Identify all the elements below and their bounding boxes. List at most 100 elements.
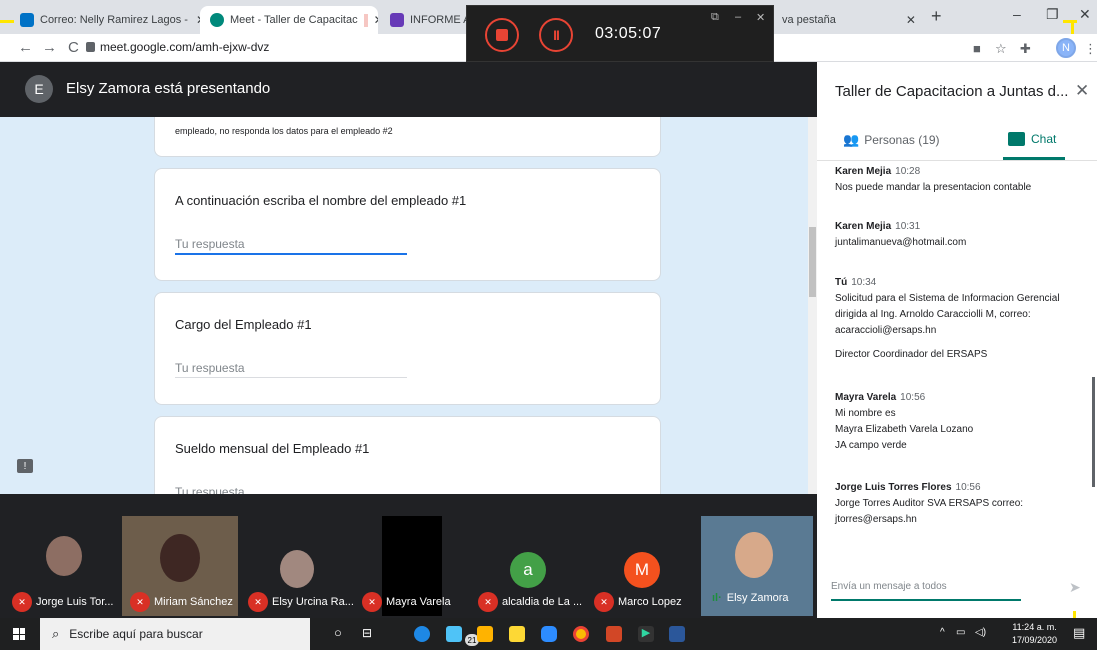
tab-chat[interactable]: Chat [1008, 132, 1056, 146]
media-icon[interactable]: ▶ [638, 626, 654, 642]
extensions-icon[interactable]: ✚ [1020, 41, 1031, 57]
participant-name: Jorge Luis Tor... [36, 596, 114, 608]
chat-input[interactable]: Envía un mensaje a todos [831, 581, 1021, 601]
close-window-button[interactable]: ✕ [1079, 6, 1091, 23]
message-text: dirigida al Ing. Arnoldo Caracciolli M, … [835, 309, 1031, 320]
tab-informe[interactable]: INFORME AN [380, 6, 470, 34]
presenter-bar: E Elsy Zamora está presentando [0, 62, 817, 117]
participant-name: Elsy Urcina Ra... [272, 596, 354, 608]
participant-photo [735, 532, 773, 578]
task-view-icon[interactable]: ⊟ [362, 626, 372, 640]
volume-icon[interactable]: ◁) [975, 627, 986, 638]
tab-new[interactable]: va pestaña ✕ [772, 6, 922, 34]
close-panel-button[interactable]: ✕ [1075, 81, 1089, 101]
people-tab-label: Personas (19) [864, 133, 940, 147]
action-center-icon[interactable]: ▤ [1073, 625, 1085, 641]
close-icon[interactable]: ✕ [756, 11, 765, 24]
stage-scrollbar[interactable] [808, 117, 817, 494]
message-time: 10:28 [895, 166, 921, 177]
message-text: Jorge Torres Auditor SVA ERSAPS correo: [835, 498, 1024, 509]
chat-message: Tú 10:34 Solicitud para el Sistema de Inf… [835, 275, 1085, 363]
store-icon[interactable] [477, 626, 493, 642]
forward-icon[interactable]: → [42, 39, 57, 56]
participant-photo [280, 550, 314, 588]
message-time: 10:56 [955, 482, 981, 493]
profile-avatar[interactable]: N [1056, 38, 1076, 58]
cortana-icon[interactable]: ○ [334, 625, 342, 640]
answer-input[interactable]: Tu respuesta [175, 361, 245, 375]
address-bar[interactable]: meet.google.com/amh-ejxw-dvz [100, 40, 269, 54]
feedback-icon[interactable]: ! [17, 459, 33, 473]
tab-people[interactable]: 👥 Personas (19) [843, 132, 940, 148]
taskbar-search[interactable]: ⌕ Escribe aquí para buscar [40, 618, 310, 650]
file-explorer-icon[interactable] [509, 626, 525, 642]
answer-underline [175, 253, 407, 255]
minimize-icon[interactable]: – [735, 11, 741, 23]
participant-label: ıl· Elsy Zamora [712, 592, 789, 604]
close-icon[interactable]: ✕ [906, 13, 916, 27]
tab-meet[interactable]: Meet - Taller de Capacitac ✕ [200, 6, 378, 34]
scrollbar-thumb[interactable] [809, 227, 816, 297]
taskbar-clock[interactable]: 11:24 a. m. 17/09/2020 [1012, 621, 1057, 647]
tab-title: va pestaña [782, 14, 836, 26]
back-icon[interactable]: ← [18, 39, 33, 56]
question-label: Sueldo mensual del Empleado #1 [175, 441, 370, 456]
outlook-icon [20, 13, 34, 27]
presenter-avatar: E [25, 75, 53, 103]
tab-title: Meet - Taller de Capacitac [230, 14, 358, 26]
chat-message: Karen Mejia 10:28 Nos puede mandar la pre… [835, 164, 1085, 196]
minimize-button[interactable]: – [1013, 6, 1021, 22]
form-question-card: Sueldo mensual del Empleado #1 Tu respue… [154, 416, 661, 494]
highlight-marker [1071, 22, 1074, 34]
tray-chevron-icon[interactable]: ^ [940, 627, 945, 638]
mic-off-icon: ✕ [594, 592, 614, 612]
people-icon: 👥 [843, 132, 860, 147]
message-author: Tú [835, 277, 848, 288]
recording-timer: 03:05:07 [595, 25, 662, 42]
edge-icon[interactable] [414, 626, 430, 642]
message-author: Jorge Luis Torres Flores [835, 482, 952, 493]
close-icon[interactable]: ✕ [374, 13, 378, 27]
powerpoint-icon[interactable] [606, 626, 622, 642]
zoom-icon[interactable] [541, 626, 557, 642]
participants-strip: a M ✕ Jorge Luis Tor... ✕ Miriam Sánchez ✕… [0, 494, 817, 618]
windows-start-icon[interactable] [13, 628, 25, 640]
form-card: empleado, no responda los datos para el … [154, 117, 661, 157]
send-icon[interactable]: ➤ [1069, 579, 1081, 596]
reload-icon[interactable]: C [68, 39, 79, 56]
popout-icon[interactable]: ⧉ [711, 11, 719, 24]
chat-scrollbar[interactable] [1092, 377, 1095, 487]
question-label: A continuación escriba el nombre del emp… [175, 193, 467, 208]
clock-date: 17/09/2020 [1012, 635, 1058, 645]
highlight-marker [1063, 20, 1077, 23]
message-author: Karen Mejia [835, 221, 892, 232]
chrome-icon[interactable] [573, 626, 589, 642]
screen-recorder: II 03:05:07 ⧉ – ✕ [466, 5, 774, 62]
participant-name: alcaldia de La ... [502, 596, 583, 608]
new-tab-button[interactable]: + [931, 6, 942, 27]
message-text: Mayra Elizabeth Varela Lozano [835, 424, 974, 435]
mic-off-icon: ✕ [12, 592, 32, 612]
tab-correo[interactable]: Correo: Nelly Ramirez Lagos - ✕ [10, 6, 200, 34]
mic-off-icon: ✕ [478, 592, 498, 612]
windows-taskbar: ⌕ Escribe aquí para buscar ○ ⊟ 21 ▶ ^ ▭ … [0, 618, 1097, 650]
form-question-card: A continuación escriba el nombre del emp… [154, 168, 661, 281]
menu-icon[interactable]: ⋮ [1084, 41, 1097, 57]
question-label: Cargo del Empleado #1 [175, 317, 312, 332]
bookmark-star-icon[interactable]: ☆ [995, 41, 1007, 57]
mic-off-icon: ✕ [248, 592, 268, 612]
word-icon[interactable] [669, 626, 685, 642]
participant-label: ✕ Marco Lopez [594, 592, 682, 612]
answer-input[interactable]: Tu respuesta [175, 485, 245, 494]
stop-record-button[interactable] [485, 18, 519, 52]
clock-time: 11:24 a. m. [1012, 622, 1057, 632]
restore-button[interactable]: ❐ [1046, 6, 1059, 23]
answer-input[interactable]: Tu respuesta [175, 237, 245, 251]
presenter-text: Elsy Zamora está presentando [66, 80, 271, 97]
pause-record-button[interactable]: II [539, 18, 573, 52]
camera-icon[interactable]: ■ [973, 41, 981, 56]
weather-icon[interactable] [446, 626, 462, 642]
tab-title: INFORME AN [410, 14, 470, 26]
network-icon[interactable]: ▭ [956, 627, 965, 638]
